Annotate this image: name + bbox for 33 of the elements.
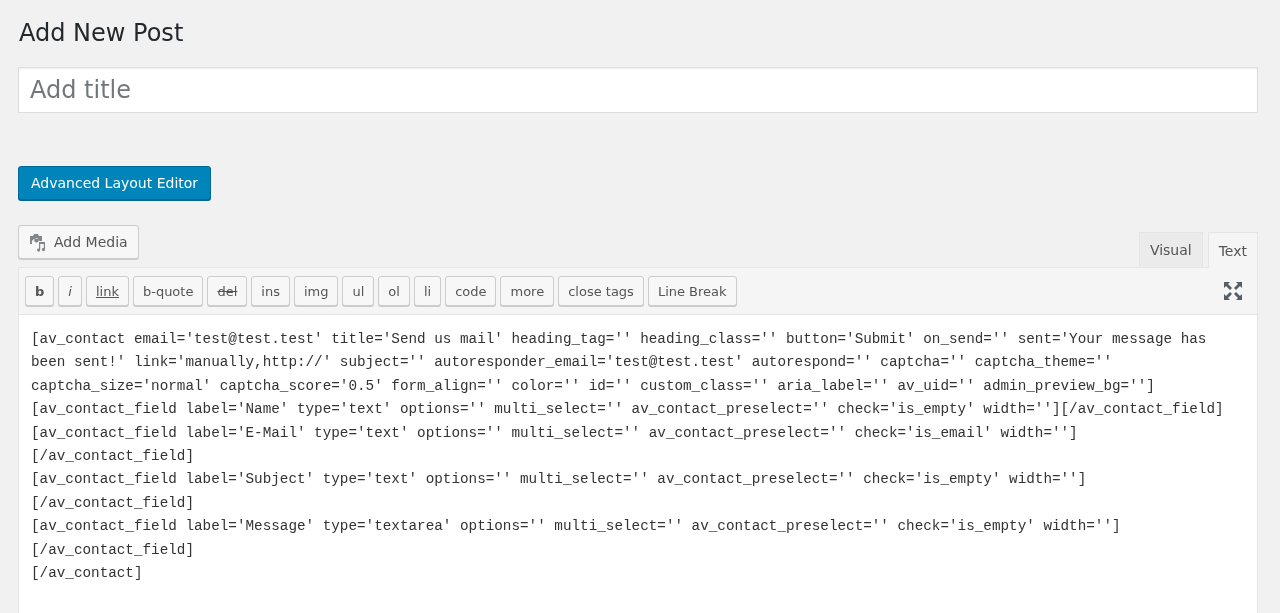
quicktag-button[interactable]: more — [500, 276, 555, 306]
advanced-layout-editor-button[interactable]: Advanced Layout Editor — [18, 166, 212, 200]
add-media-button[interactable]: Add Media — [18, 225, 139, 259]
code-line: captcha_size='normal' captcha_score='0.5' form_align='' color='' id='' custom_class='' aria_label='' av_uid='' admin_preview_bg=''] — [31, 376, 1155, 396]
code-line: [av_contact_field label='Message' type='textarea' options='' multi_select='' av_contact_preselect='' check='is_empty' width=''] — [31, 517, 1121, 537]
quicktag-button[interactable]: ul — [342, 276, 375, 306]
quicktag-button[interactable]: link — [85, 276, 129, 306]
title-field[interactable]: Add title — [18, 67, 1258, 113]
quicktag-button[interactable]: b-quote — [132, 276, 204, 306]
code-line: [av_contact_field label='Subject' type='text' options='' multi_select='' av_contact_preselect='' check='is_empty' width=''] — [31, 470, 1087, 490]
code-line: been sent!' link='manually,http://' subject='' autoresponder_email='test@test.test' autorespond='' captcha='' captcha_theme='' — [31, 353, 1113, 373]
quicktag-button[interactable]: i — [58, 276, 82, 306]
quicktag-button[interactable]: img — [293, 276, 339, 306]
code-line: [/av_contact_field] — [31, 540, 194, 560]
editor-tab[interactable]: Text — [1207, 232, 1258, 268]
code-line: [av_contact_field label='Name' type='text' options='' multi_select='' av_contact_preselect='' check='is_empty' width=''][/av_contact_field] — [31, 400, 1224, 420]
code-line: [av_contact email='test@test.test' title='Send us mail' heading_tag='' heading_class='' button='Submit' on_send='' sent='Your message has — [31, 330, 1207, 349]
editor-tab[interactable]: Visual — [1138, 232, 1203, 267]
camera-music-icon — [28, 232, 48, 252]
code-line: [/av_contact] — [31, 564, 143, 584]
quicktag-button[interactable]: code — [445, 276, 497, 306]
quicktag-button[interactable]: ins — [251, 276, 290, 306]
quicktag-button[interactable]: del — [207, 276, 248, 306]
code-line: [/av_contact_field] — [31, 447, 194, 467]
code-line: [/av_contact_field] — [31, 493, 194, 513]
quicktag-button[interactable]: ol — [378, 276, 410, 306]
quicktag-button[interactable]: li — [413, 276, 442, 306]
quicktag-button[interactable]: close tags — [558, 276, 644, 306]
page-title: Add New Post — [18, 18, 185, 49]
quicktag-button[interactable]: b — [25, 276, 55, 306]
code-line: [av_contact_field label='E-Mail' type='text' options='' multi_select='' av_contact_preselect='' check='is_email' width=''] — [31, 423, 1078, 443]
fullscreen-icon[interactable] — [1223, 281, 1243, 301]
quicktag-button[interactable]: Line Break — [647, 276, 737, 306]
